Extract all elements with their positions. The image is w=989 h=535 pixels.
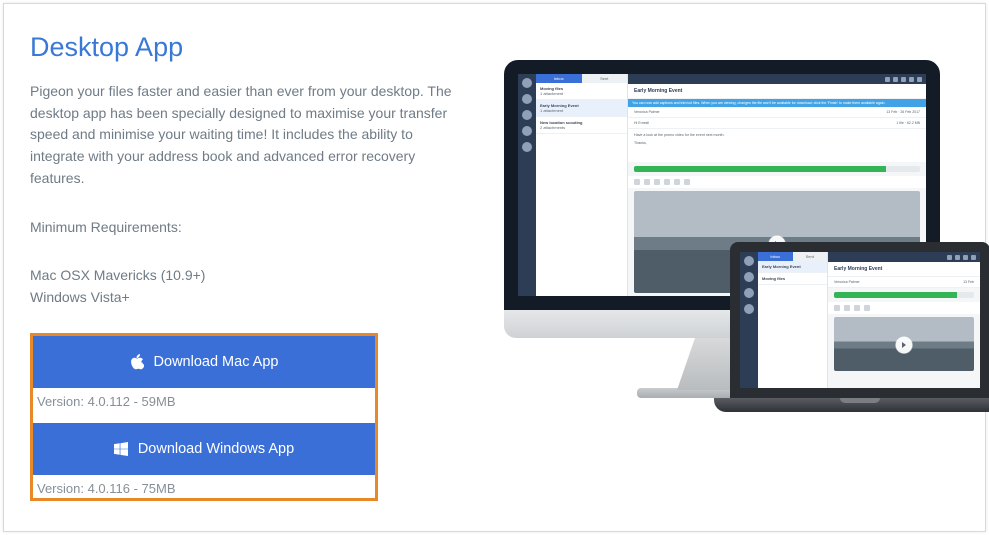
apple-icon: [130, 354, 144, 370]
app-to-line: Hi Ernest!: [634, 121, 649, 125]
mac-version-text: Version: 4.0.112 - 59MB: [33, 388, 375, 423]
app-subject: Early Morning Event: [634, 88, 920, 94]
left-column: Desktop App Pigeon your files faster and…: [30, 32, 490, 513]
download-mac-label: Download Mac App: [154, 354, 279, 370]
download-windows-button[interactable]: Download Windows App: [33, 423, 375, 475]
windows-version-text: Version: 4.0.116 - 75MB: [33, 475, 375, 498]
laptop-screen: InboxSent Early Morning Event Moving fil…: [730, 242, 989, 398]
requirement-mac: Mac OSX Mavericks (10.9+): [30, 265, 490, 287]
downloads-highlight-box: Download Mac App Version: 4.0.112 - 59MB…: [30, 333, 378, 501]
laptop-mockup: InboxSent Early Morning Event Moving fil…: [730, 242, 989, 412]
windows-icon: [114, 442, 128, 456]
content-card: Desktop App Pigeon your files faster and…: [3, 3, 986, 532]
app-info-banner: You can now add captions and trim/cut fi…: [628, 99, 926, 107]
app-tab-inbox: Inbox: [536, 74, 582, 83]
app-sender: Veronica Palmer: [634, 110, 660, 114]
app-nav-rail: [518, 74, 536, 296]
device-mockups: InboxSent Moving files1 attachment Early…: [490, 32, 959, 513]
download-windows-label: Download Windows App: [138, 441, 294, 457]
list-item-1: Moving files: [540, 86, 623, 91]
description: Pigeon your files faster and easier than…: [30, 81, 460, 189]
app-progress-bar: [634, 166, 920, 172]
app-thread-list: InboxSent Moving files1 attachment Early…: [536, 74, 628, 296]
list-item-2: Early Morning Event: [540, 103, 623, 108]
requirements-label: Minimum Requirements:: [30, 219, 490, 235]
app-screenshot-laptop: InboxSent Early Morning Event Moving fil…: [740, 252, 980, 388]
app-tab-sent: Sent: [582, 74, 628, 83]
requirement-windows: Windows Vista+: [30, 287, 490, 309]
list-item-3: New location scouting: [540, 120, 623, 125]
download-mac-button[interactable]: Download Mac App: [33, 336, 375, 388]
page-title: Desktop App: [30, 32, 490, 63]
